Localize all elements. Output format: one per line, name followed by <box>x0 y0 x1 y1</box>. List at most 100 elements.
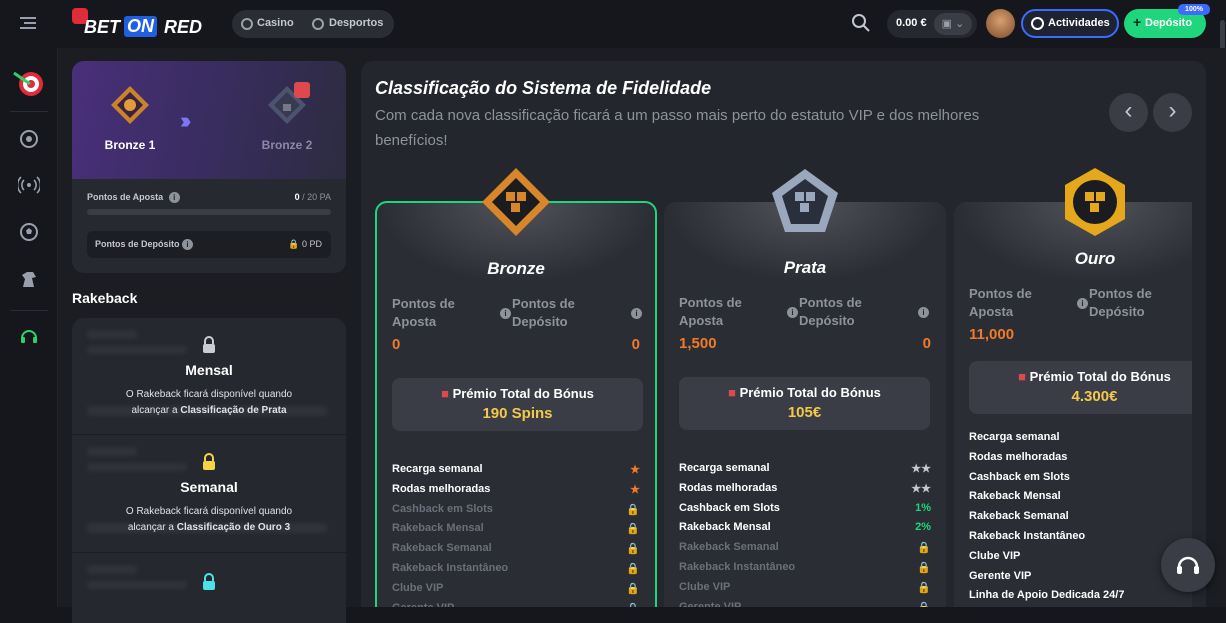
darts-icon[interactable] <box>12 67 46 101</box>
rakeback-card[interactable]: Mensal O Rakeback ficará disponível quand… <box>72 318 346 434</box>
deposit-points-value-text: 0 PD <box>301 239 322 249</box>
soccer-ball-icon <box>312 18 324 30</box>
bet-label-line1: Pontos de <box>969 286 1032 301</box>
feature-label: Cashback em Slots <box>392 502 493 515</box>
bonus-label: Prémio Total do Bónus <box>452 386 594 401</box>
logo[interactable]: BET ON RED <box>72 8 212 38</box>
activities-button[interactable]: Actividades <box>1021 9 1119 38</box>
deposit-points-label-text: Pontos de Depósito <box>95 239 180 249</box>
search-icon[interactable] <box>851 13 871 33</box>
bet-progress-bar <box>87 209 331 215</box>
feature-mark: 🔒 <box>917 601 931 607</box>
feature-label: Rodas melhoradas <box>679 481 778 494</box>
dep-label-line2: Depósito <box>512 314 568 329</box>
tier-name: Ouro <box>1074 249 1116 268</box>
logo-bet: BET <box>84 17 120 37</box>
casino-chip-icon[interactable] <box>17 127 41 151</box>
horse-icon[interactable] <box>17 267 41 291</box>
dep-label-line2: Depósito <box>1089 304 1145 319</box>
bet-label-line2: Aposta <box>969 304 1014 319</box>
deposit-badge-text: 100% <box>1185 6 1203 13</box>
feature-label: Rakeback Semanal <box>969 510 1069 523</box>
bonus-box: ■ Prémio Total do Bónus 190 Spins <box>392 378 643 431</box>
bet-label-line1: Pontos de <box>392 296 455 311</box>
feature-label: Rodas melhoradas <box>392 482 491 495</box>
info-icon[interactable]: i <box>631 308 642 319</box>
info-icon[interactable]: i <box>1077 298 1088 309</box>
feature-label: Rakeback Mensal <box>679 521 771 534</box>
deposit-points-label: Pontos de Depósito <box>799 294 862 330</box>
fidelity-panel: Classificação do Sistema de Fidelidade C… <box>361 61 1206 607</box>
tier-badge-icon <box>769 166 841 238</box>
gift-icon: ■ <box>441 386 449 401</box>
feature-label: Rakeback Mensal <box>392 522 484 535</box>
feature-mark: ★ <box>630 464 640 476</box>
headset-icon[interactable] <box>17 324 41 348</box>
info-icon[interactable]: i <box>500 308 511 319</box>
menu-icon[interactable] <box>18 13 38 33</box>
logo-red: RED <box>164 17 203 37</box>
current-level: Bronze 1 <box>104 138 156 152</box>
info-icon[interactable]: i <box>168 192 180 203</box>
rakeback-title: Rakeback <box>72 290 138 306</box>
soccer-ball-icon[interactable] <box>17 220 41 244</box>
bet-points-label: Pontos de Aposta <box>679 294 742 330</box>
bonus-value: 4.300€ <box>1071 388 1118 405</box>
info-icon[interactable]: i <box>182 239 194 250</box>
logo-on: ON <box>124 16 157 37</box>
bonus-box: ■ Prémio Total do Bónus 105€ <box>679 377 930 430</box>
bet-points-value: 0 / 20 PA <box>295 192 331 202</box>
deposit-points-label: Pontos de Depósito i <box>95 239 194 250</box>
casino-chip-icon <box>241 18 253 30</box>
feature-mark: ★ <box>630 483 640 496</box>
dep-label-line1: Pontos de <box>1089 286 1152 301</box>
nav-casino[interactable]: Casino <box>257 17 294 29</box>
target-icon <box>1031 17 1044 30</box>
feature-mark: 🔒 <box>917 542 931 555</box>
feature-label: Recarga semanal <box>679 462 770 474</box>
rakeback-card[interactable]: Semanal O Rakeback ficará disponível quan… <box>72 435 346 552</box>
feature-mark: 2% <box>915 521 931 534</box>
feature-label: Rakeback Instantâneo <box>392 562 509 574</box>
rakeback-card-name: Semanal <box>180 479 238 495</box>
feature-mark: ★★ <box>911 482 931 495</box>
bet-points-label: Pontos de Aposta <box>392 295 455 331</box>
feature-label: Recarga semanal <box>392 463 483 475</box>
bet-points-value: 1,500 <box>679 335 717 352</box>
feature-mark: 🔒 <box>626 602 640 607</box>
feature-mark: 1% <box>915 501 931 514</box>
bet-points-label-text: Pontos de Aposta <box>87 192 164 202</box>
balance-pill[interactable]: 0.00 € ▣ ⌄ <box>887 10 977 38</box>
gift-icon[interactable]: ▣ ⌄ <box>934 13 972 35</box>
tiers-viewport: Bronze Pontos de Aposta i Pontos de Depósito i… <box>361 61 1192 607</box>
feature-label: Gerente VIP <box>392 598 454 607</box>
bet-label-line1: Pontos de <box>679 295 742 310</box>
bet-points-label: Pontos de Aposta i <box>87 192 180 203</box>
rakeback-card-text: O Rakeback ficará disponível quando alcan… <box>72 504 346 536</box>
feature-mark: 🔒 <box>917 581 931 594</box>
feature-mark: ★★ <box>911 463 931 475</box>
support-chat-button[interactable] <box>1161 538 1215 592</box>
feature-label: Recarga semanal <box>969 431 1060 443</box>
level-progress-header: Bronze 1 ›››› Bronze 2 <box>72 61 346 179</box>
rakeback-card[interactable] <box>72 553 346 623</box>
bet-points-value: 0 <box>392 336 401 353</box>
deposit-label: Depósito <box>1145 17 1193 29</box>
bonus-value: 190 Spins <box>482 405 553 422</box>
rakeback-text-line2: alcançar a <box>127 522 177 533</box>
bonus-box: ■ Prémio Total do Bónus 4.300€ <box>969 361 1192 414</box>
info-icon[interactable]: i <box>787 307 798 318</box>
live-broadcast-icon[interactable] <box>17 173 41 197</box>
rakeback-text-line1: O Rakeback ficará disponível quando <box>125 389 293 400</box>
avatar[interactable] <box>986 9 1015 38</box>
balance-value: 0.00 € <box>896 17 927 29</box>
nav-desportos[interactable]: Desportos <box>329 17 383 29</box>
rakeback-text-line2: alcançar a <box>131 405 181 416</box>
gift-icon: ■ <box>728 385 736 400</box>
info-icon[interactable]: i <box>918 307 929 318</box>
tier-badge-icon <box>480 166 552 238</box>
lock-icon <box>201 336 217 354</box>
lock-icon <box>201 453 217 471</box>
plus-icon: + <box>1133 14 1142 30</box>
feature-label: Rakeback Instantâneo <box>969 530 1086 542</box>
